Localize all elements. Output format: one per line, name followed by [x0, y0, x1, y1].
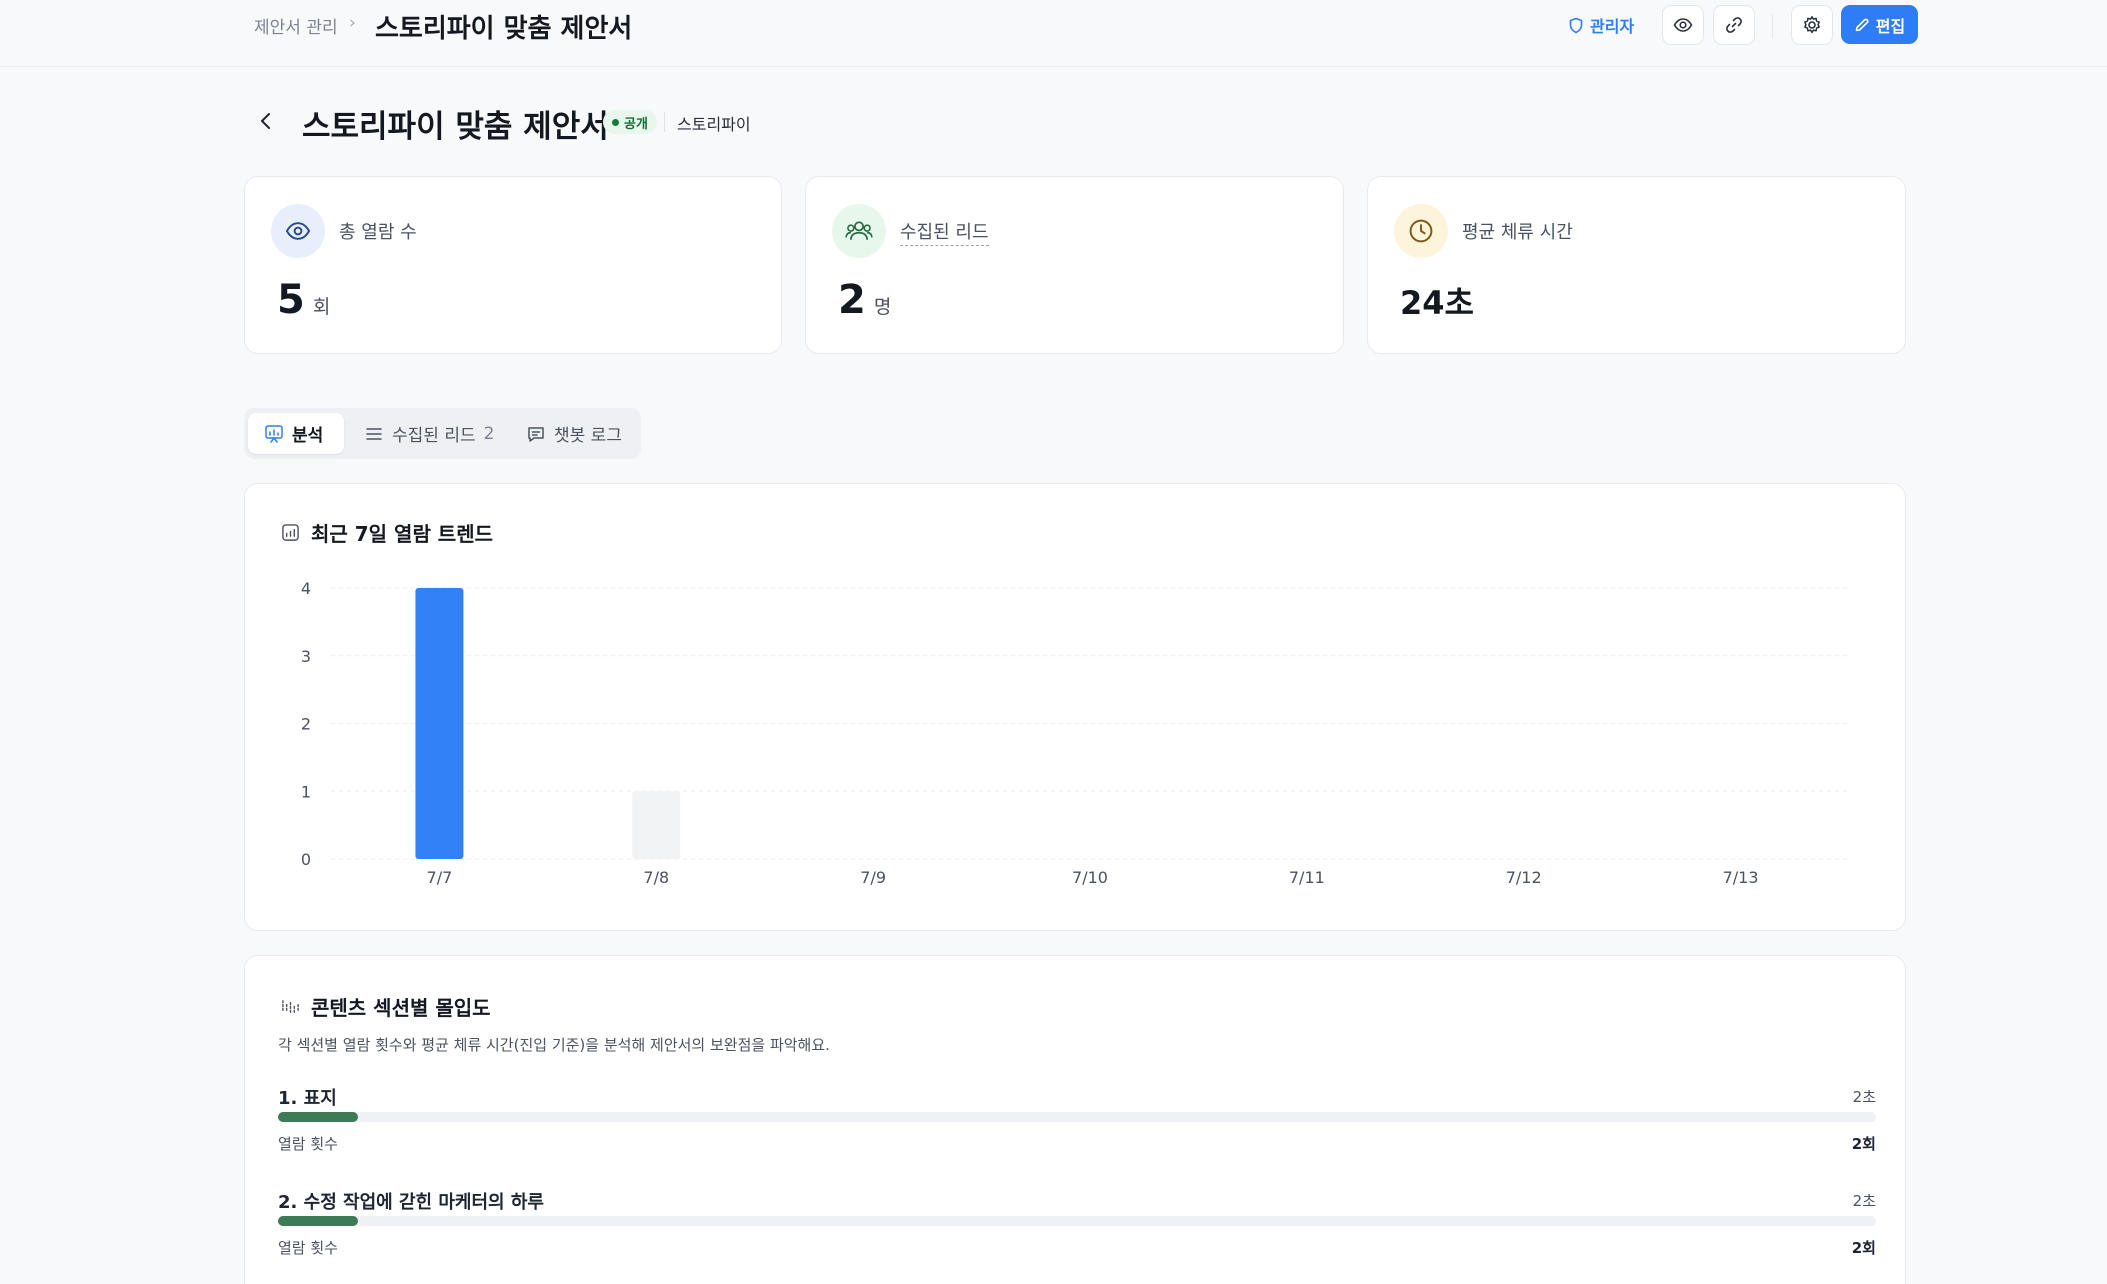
gear-icon [1804, 16, 1820, 34]
edit-button[interactable]: 편집 [1841, 5, 1918, 44]
stat-value: 5 회 [277, 277, 330, 323]
tab-label: 수집된 리드 [392, 426, 476, 446]
stat-number: 5 [277, 277, 305, 323]
x-tick-label: 7/7 [427, 868, 453, 887]
section-name: 2. 수정 작업에 갇힌 마케터의 하루 [278, 1192, 544, 1213]
breadcrumb-parent-link[interactable]: 제안서 관리 [254, 13, 338, 38]
tab-bar: 분석 수집된 리드 2 챗봇 로그 [244, 408, 641, 459]
breadcrumb-current: 스토리파이 맞춤 제안서 [375, 14, 633, 44]
stat-label[interactable]: 수집된 리드 [900, 218, 989, 246]
y-tick-label: 2 [301, 715, 311, 734]
views-label: 열람 횟수 [278, 1239, 338, 1257]
section-dwell-time: 2초 [1852, 1088, 1876, 1106]
edit-label: 편집 [1875, 16, 1906, 36]
eye-icon [1673, 18, 1693, 32]
tab-leads[interactable]: 수집된 리드 2 [348, 413, 510, 454]
header-divider [664, 112, 665, 132]
y-tick-label: 0 [301, 850, 311, 869]
clock-icon [1409, 219, 1433, 243]
x-tick-label: 7/9 [860, 868, 886, 887]
stat-number: 24초 [1400, 284, 1474, 322]
engagement-card: 콘텐츠 섹션별 몰입도 각 섹션별 열람 횟수와 평균 체류 시간(진입 기준)… [244, 955, 1906, 1284]
engagement-progress-fill [278, 1112, 358, 1122]
stat-icon-wrap [1394, 204, 1448, 258]
engagement-progress-track [278, 1112, 1876, 1122]
engagement-title: 콘텐츠 섹션별 몰입도 [311, 996, 491, 1020]
stat-icon-wrap [271, 204, 325, 258]
tab-analysis[interactable]: 분석 [248, 413, 344, 454]
section-dwell-time: 2초 [1852, 1192, 1876, 1210]
engagement-header: 콘텐츠 섹션별 몰입도 [281, 992, 491, 1021]
views-count: 2회 [1851, 1239, 1876, 1257]
settings-button[interactable] [1791, 5, 1833, 45]
top-bar: 제안서 관리 › 스토리파이 맞춤 제안서 관리자 편집 [0, 0, 2107, 67]
x-tick-label: 7/8 [643, 868, 669, 887]
section-name: 1. 표지 [278, 1088, 337, 1109]
tab-count-badge: 2 [483, 423, 495, 444]
users-icon [845, 221, 873, 241]
shield-icon [1569, 17, 1583, 33]
list-icon [366, 427, 382, 440]
chat-icon [528, 426, 544, 442]
chart-icon [265, 424, 283, 443]
copy-link-button[interactable] [1713, 5, 1755, 45]
eye-icon [285, 222, 311, 240]
pencil-icon [1855, 18, 1869, 31]
stat-value: 2 명 [838, 277, 891, 323]
breadcrumb-separator: › [349, 13, 356, 33]
stat-unit: 명 [873, 296, 892, 318]
x-tick-label: 7/13 [1723, 868, 1759, 887]
views-count: 2회 [1851, 1135, 1876, 1153]
stat-label: 평균 체류 시간 [1462, 222, 1573, 243]
chevron-left-icon [261, 113, 270, 129]
stat-card-dwell-time: 평균 체류 시간 24초 [1367, 176, 1906, 354]
chart-bar [632, 791, 681, 859]
link-icon [1726, 17, 1742, 33]
stat-label: 총 열람 수 [339, 222, 417, 243]
company-name: 스토리파이 [677, 115, 751, 134]
x-tick-label: 7/11 [1289, 868, 1325, 887]
status-dot-icon [612, 118, 619, 126]
status-badge: 공개 [603, 110, 657, 134]
y-tick-label: 4 [301, 579, 311, 598]
bars-icon [282, 1000, 299, 1013]
tab-chatbot-log[interactable]: 챗봇 로그 [510, 413, 638, 454]
x-tick-label: 7/10 [1072, 868, 1108, 887]
admin-button[interactable]: 관리자 [1568, 12, 1634, 38]
toolbar-divider [1772, 14, 1773, 38]
trend-chart-card: 최근 7일 열람 트렌드 0 1 2 3 4 7/7 7/8 7/9 7/10 7/11 7/12 7… [244, 483, 1906, 931]
back-button[interactable] [251, 106, 281, 136]
preview-button[interactable] [1662, 5, 1704, 45]
stat-icon-wrap [832, 204, 886, 258]
tab-label: 분석 [292, 426, 324, 446]
admin-label: 관리자 [1590, 17, 1635, 36]
tab-label: 챗봇 로그 [554, 426, 622, 446]
chart-bar [415, 588, 464, 859]
stat-number: 2 [838, 277, 866, 323]
engagement-description: 각 섹션별 열람 횟수와 평균 체류 시간(진입 기준)을 분석해 제안서의 보… [278, 1036, 830, 1054]
engagement-progress-fill [278, 1216, 358, 1226]
y-tick-label: 1 [301, 782, 311, 801]
page-title: 스토리파이 맞춤 제안서 [302, 109, 609, 145]
stat-card-views: 총 열람 수 5 회 [244, 176, 782, 354]
views-label: 열람 횟수 [278, 1135, 338, 1153]
status-badge-label: 공개 [624, 116, 648, 132]
stat-unit: 회 [312, 296, 331, 318]
stat-card-leads: 수집된 리드 2 명 [805, 176, 1344, 354]
x-tick-label: 7/12 [1506, 868, 1542, 887]
engagement-progress-track [278, 1216, 1876, 1226]
y-tick-label: 3 [301, 647, 311, 666]
trend-bar-chart: 0 1 2 3 4 7/7 7/8 7/9 7/10 7/11 7/12 7/13 [301, 579, 1849, 887]
